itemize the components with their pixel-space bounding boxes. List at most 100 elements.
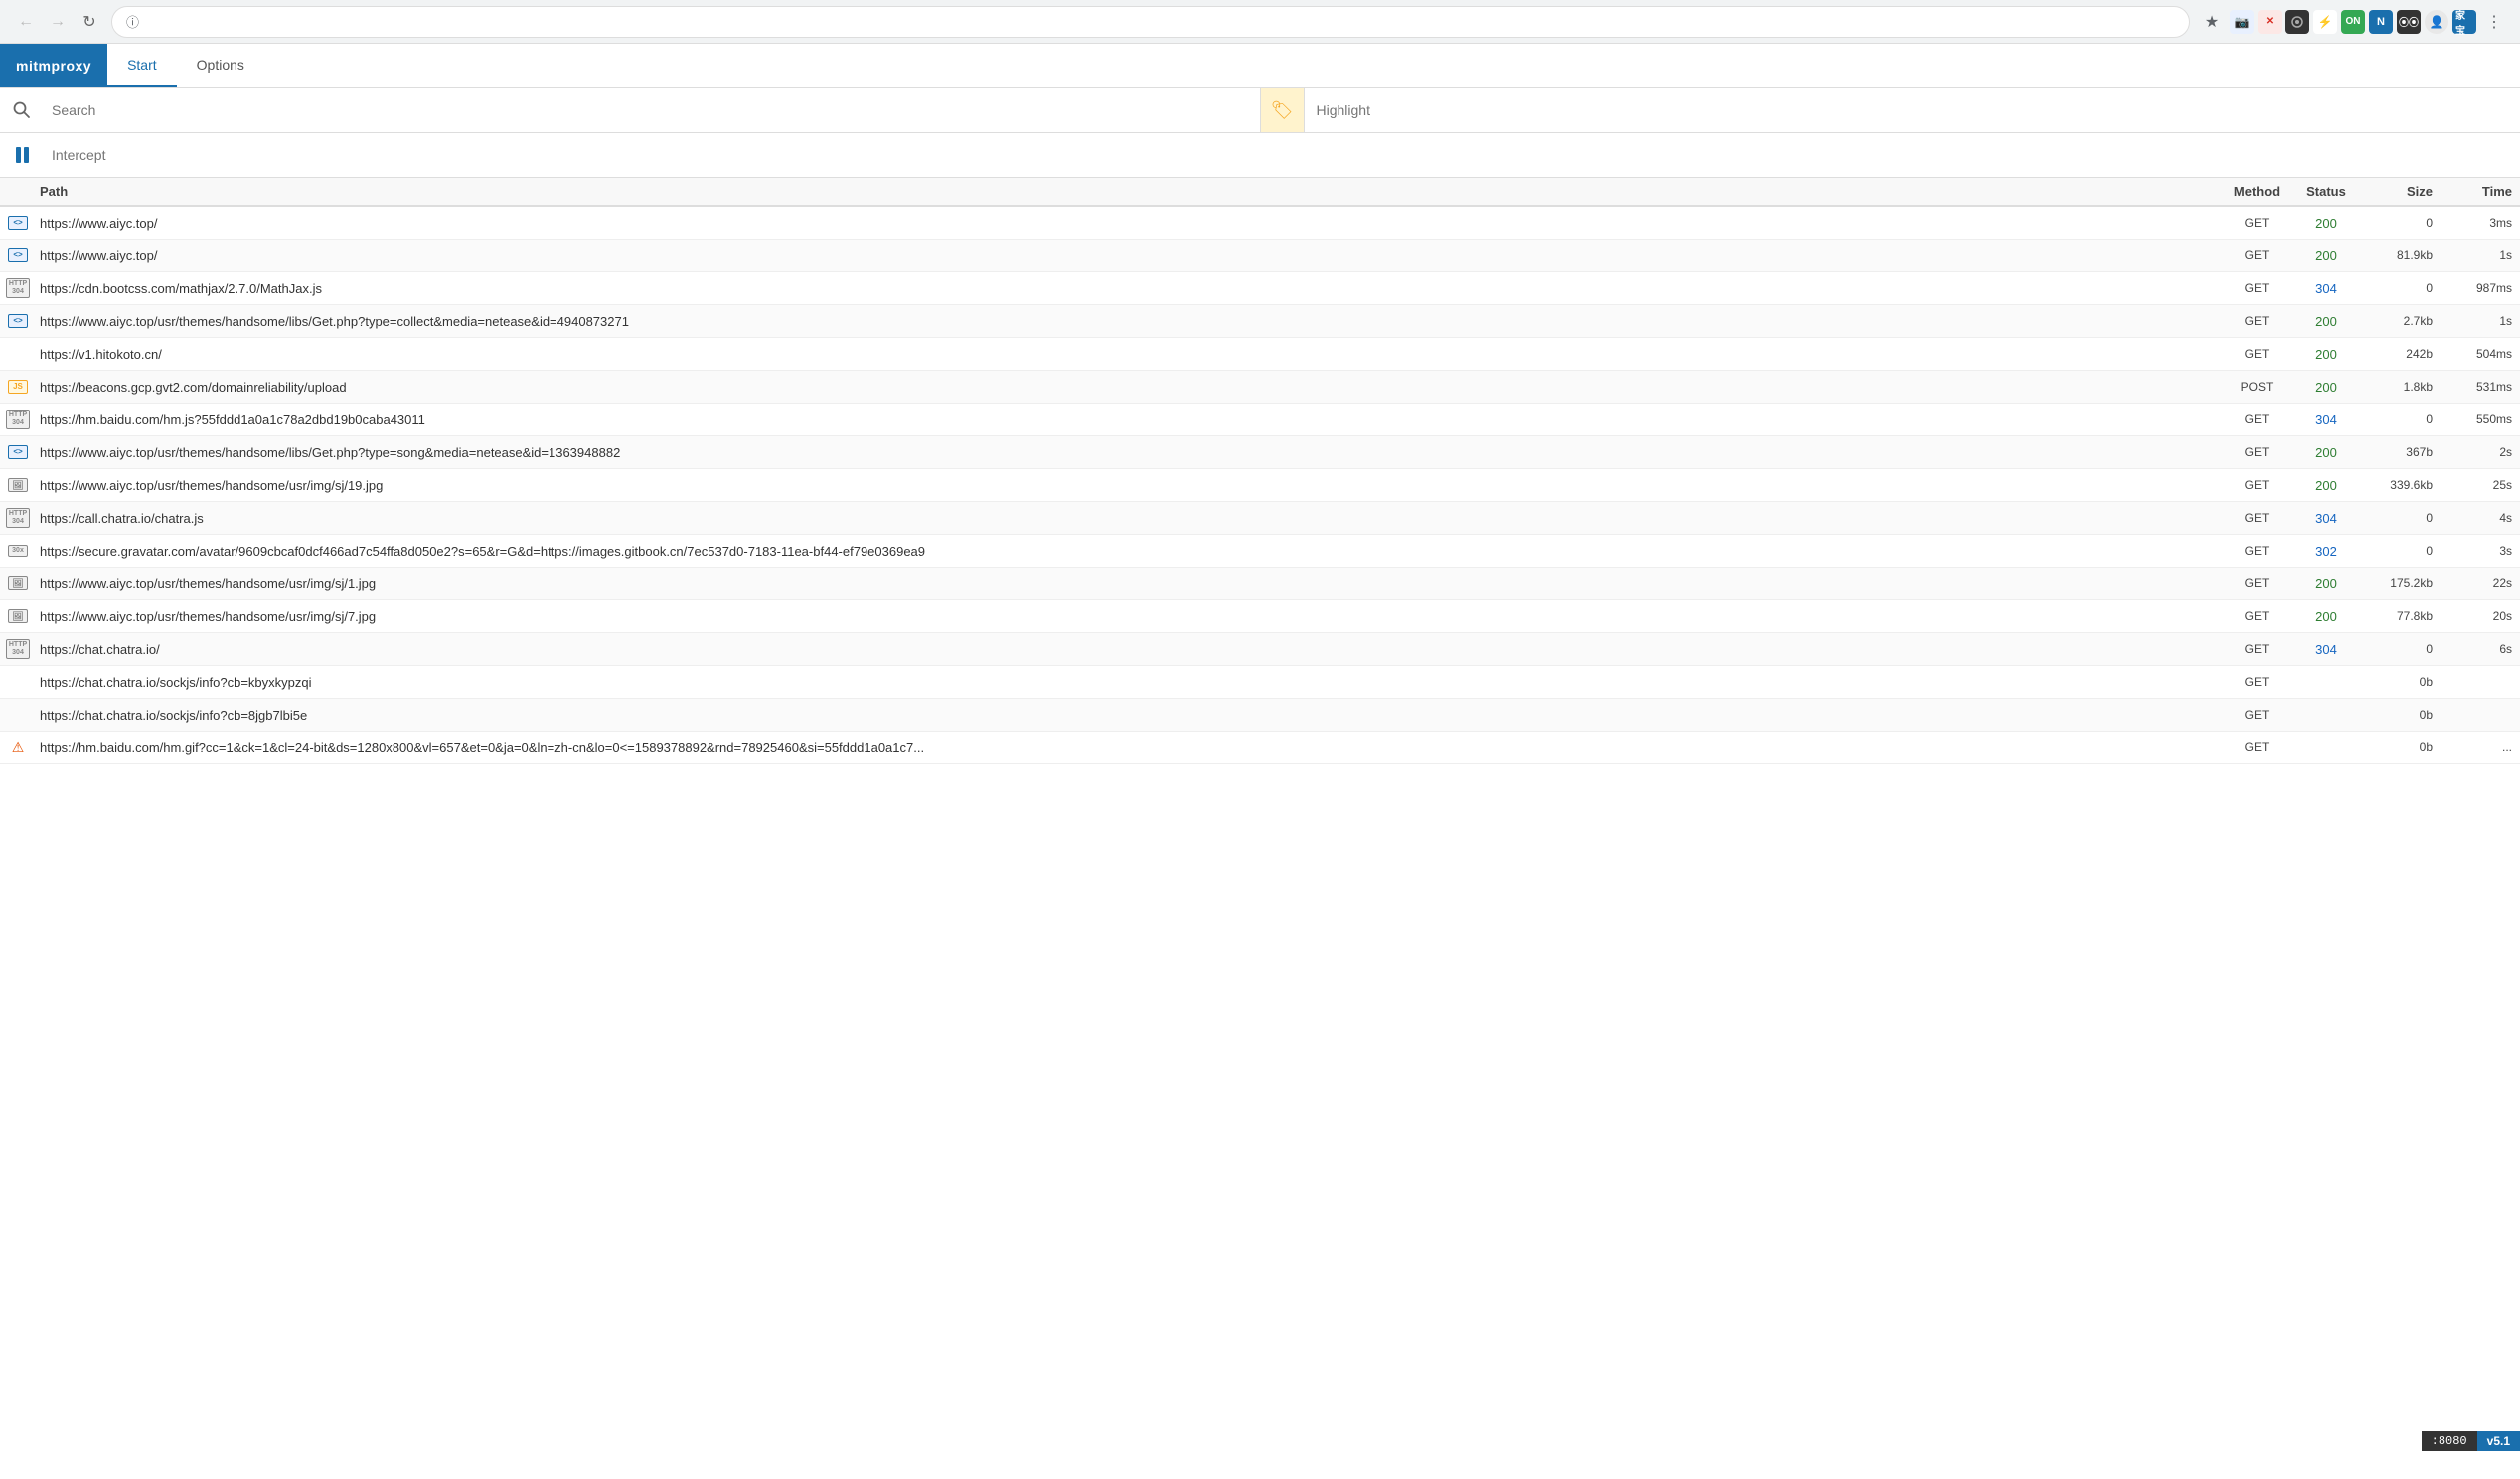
intercept-toggle[interactable] xyxy=(0,133,44,177)
flow-size: 0 xyxy=(2361,511,2441,525)
flow-method: GET xyxy=(2222,642,2291,656)
url-input[interactable]: 127.0.0.1:8081/#/flows xyxy=(147,14,2175,29)
flow-type-icon: 🖼 xyxy=(0,476,36,495)
flow-method: GET xyxy=(2222,708,2291,722)
intercept-bar xyxy=(0,133,2520,178)
col-time-header: Time xyxy=(2441,184,2520,199)
bookmark-button[interactable]: ★ xyxy=(2198,8,2226,36)
flow-path: https://secure.gravatar.com/avatar/9609c… xyxy=(36,544,2222,559)
table-row[interactable]: HTTP304 https://cdn.bootcss.com/mathjax/… xyxy=(0,272,2520,305)
flow-method: GET xyxy=(2222,478,2291,492)
status-version: v5.1 xyxy=(2477,1431,2520,1451)
ext-cam[interactable] xyxy=(2285,10,2309,34)
flow-time: 504ms xyxy=(2441,347,2520,361)
lock-icon: ⓘ xyxy=(126,12,139,31)
flow-status: 200 xyxy=(2291,445,2361,460)
tab-options[interactable]: Options xyxy=(177,44,264,87)
flow-type-icon: -- xyxy=(0,673,36,691)
flow-type-icon: <> xyxy=(0,312,36,330)
flow-type-icon: 🖼 xyxy=(0,607,36,626)
search-button[interactable] xyxy=(0,88,44,132)
highlight-input[interactable] xyxy=(1305,102,2520,118)
flows-table: <> https://www.aiyc.top/ GET 200 0 3ms <… xyxy=(0,207,2520,1479)
table-row[interactable]: -- https://chat.chatra.io/sockjs/info?cb… xyxy=(0,699,2520,732)
pause-icon xyxy=(16,147,29,163)
flow-path: https://www.aiyc.top/usr/themes/handsome… xyxy=(36,478,2222,493)
flow-type-icon: 30x xyxy=(0,543,36,559)
ext-n[interactable]: N xyxy=(2369,10,2393,34)
table-row[interactable]: ⚠ https://hm.baidu.com/hm.gif?cc=1&ck=1&… xyxy=(0,732,2520,764)
ext-bolt[interactable]: ⚡ xyxy=(2313,10,2337,34)
flow-status: 304 xyxy=(2291,642,2361,657)
intercept-input[interactable] xyxy=(44,147,2520,163)
flow-size: 0b xyxy=(2361,675,2441,689)
flow-path: https://www.aiyc.top/usr/themes/handsome… xyxy=(36,314,2222,329)
flow-time: 22s xyxy=(2441,576,2520,590)
flow-status: 304 xyxy=(2291,511,2361,526)
ext-on[interactable]: ON xyxy=(2341,10,2365,34)
ext-user[interactable]: 👤 xyxy=(2425,10,2448,34)
table-row[interactable]: HTTP304 https://call.chatra.io/chatra.js… xyxy=(0,502,2520,535)
ext-x[interactable]: ✕ xyxy=(2258,10,2282,34)
ext-screenshot[interactable]: 📷 xyxy=(2230,10,2254,34)
menu-button[interactable]: ⋮ xyxy=(2480,8,2508,36)
highlight-tag-button[interactable]: 🏷 xyxy=(1261,88,1305,132)
flow-type-icon: <> xyxy=(0,443,36,461)
table-row[interactable]: 30x https://secure.gravatar.com/avatar/9… xyxy=(0,535,2520,568)
flow-method: GET xyxy=(2222,445,2291,459)
flow-path: https://www.aiyc.top/usr/themes/handsome… xyxy=(36,576,2222,591)
table-row[interactable]: 🖼 https://www.aiyc.top/usr/themes/handso… xyxy=(0,568,2520,600)
flow-time: 20s xyxy=(2441,609,2520,623)
flow-time: 1s xyxy=(2441,314,2520,328)
search-input[interactable] xyxy=(44,102,1260,118)
tag-icon: 🏷 xyxy=(1271,100,1294,121)
col-method-header: Method xyxy=(2222,184,2291,199)
table-row[interactable]: <> https://www.aiyc.top/usr/themes/hands… xyxy=(0,436,2520,469)
ext-dots[interactable]: ⦿⦿ xyxy=(2397,10,2421,34)
flow-time: 3ms xyxy=(2441,216,2520,230)
flow-path: https://chat.chatra.io/sockjs/info?cb=kb… xyxy=(36,675,2222,690)
flow-type-icon: HTTP304 xyxy=(0,506,36,531)
browser-actions: ★ 📷 ✕ ⚡ ON N ⦿⦿ 👤 家宝 ⋮ xyxy=(2198,8,2508,36)
flow-path: https://beacons.gcp.gvt2.com/domainrelia… xyxy=(36,380,2222,395)
flow-type-icon: HTTP304 xyxy=(0,408,36,432)
flow-path: https://www.aiyc.top/usr/themes/handsome… xyxy=(36,609,2222,624)
status-bar: :8080 v5.1 xyxy=(2422,1431,2520,1451)
table-row[interactable]: 🖼 https://www.aiyc.top/usr/themes/handso… xyxy=(0,600,2520,633)
nav-buttons: ← → ↻ xyxy=(12,8,103,36)
table-row[interactable]: -- https://v1.hitokoto.cn/ GET 200 242b … xyxy=(0,338,2520,371)
highlight-section: 🏷 xyxy=(1261,88,2520,132)
app-logo: mitmproxy xyxy=(0,44,107,87)
flow-path: https://www.aiyc.top/usr/themes/handsome… xyxy=(36,445,2222,460)
table-row[interactable]: <> https://www.aiyc.top/ GET 200 0 3ms xyxy=(0,207,2520,240)
table-row[interactable]: HTTP304 https://hm.baidu.com/hm.js?55fdd… xyxy=(0,404,2520,436)
table-row[interactable]: JS https://beacons.gcp.gvt2.com/domainre… xyxy=(0,371,2520,404)
flow-method: GET xyxy=(2222,314,2291,328)
table-row[interactable]: <> https://www.aiyc.top/usr/themes/hands… xyxy=(0,305,2520,338)
col-size-header: Size xyxy=(2361,184,2441,199)
flow-size: 242b xyxy=(2361,347,2441,361)
forward-button[interactable]: → xyxy=(44,8,72,36)
address-bar[interactable]: ⓘ 127.0.0.1:8081/#/flows xyxy=(111,6,2190,38)
search-icon xyxy=(13,101,31,119)
table-row[interactable]: <> https://www.aiyc.top/ GET 200 81.9kb … xyxy=(0,240,2520,272)
flow-time: 550ms xyxy=(2441,412,2520,426)
flow-path: https://www.aiyc.top/ xyxy=(36,216,2222,231)
flow-size: 81.9kb xyxy=(2361,248,2441,262)
flow-size: 0 xyxy=(2361,281,2441,295)
flow-method: GET xyxy=(2222,544,2291,558)
reload-button[interactable]: ↻ xyxy=(76,8,103,36)
table-row[interactable]: 🖼 https://www.aiyc.top/usr/themes/handso… xyxy=(0,469,2520,502)
ext-shop[interactable]: 家宝 xyxy=(2452,10,2476,34)
table-row[interactable]: -- https://chat.chatra.io/sockjs/info?cb… xyxy=(0,666,2520,699)
flow-size: 0 xyxy=(2361,412,2441,426)
flow-method: GET xyxy=(2222,576,2291,590)
flow-size: 0b xyxy=(2361,708,2441,722)
flow-time: ... xyxy=(2441,740,2520,754)
back-button[interactable]: ← xyxy=(12,8,40,36)
flow-size: 2.7kb xyxy=(2361,314,2441,328)
tab-start[interactable]: Start xyxy=(107,44,177,87)
flow-method: GET xyxy=(2222,248,2291,262)
flow-method: GET xyxy=(2222,675,2291,689)
table-row[interactable]: HTTP304 https://chat.chatra.io/ GET 304 … xyxy=(0,633,2520,666)
